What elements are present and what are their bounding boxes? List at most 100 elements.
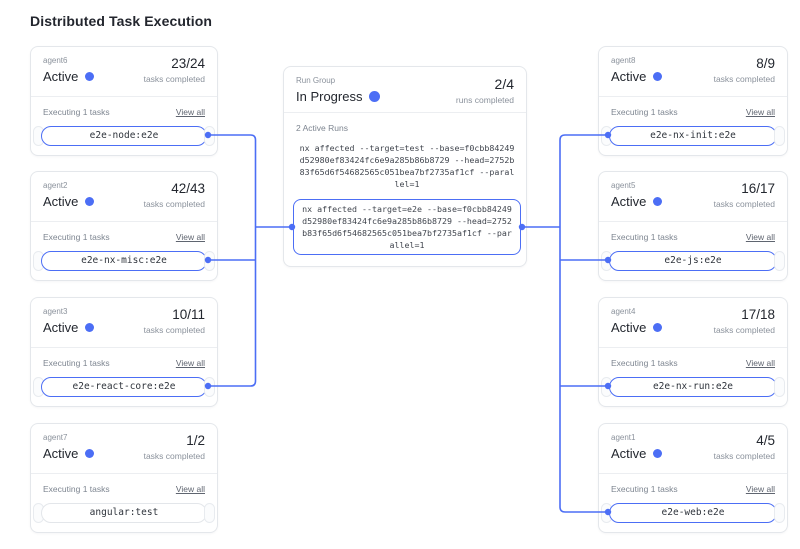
agent-name: agent1 (611, 433, 662, 442)
active-status-dot-icon (653, 323, 662, 332)
view-all-link[interactable]: View all (176, 484, 205, 494)
run-group-status: In Progress (296, 89, 362, 104)
view-all-link[interactable]: View all (176, 232, 205, 242)
distributed-task-execution-view: Distributed Task Execution agen (0, 0, 800, 549)
run-group-card: Run Group In Progress 2/4 runs completed… (283, 66, 527, 267)
agent-card-agent4: agent4 Active 17/18 tasks completed Exec… (598, 297, 788, 407)
task-pill[interactable]: e2e-react-core:e2e (41, 377, 207, 397)
active-status-dot-icon (653, 449, 662, 458)
task-pill-fragment (204, 251, 215, 271)
agent-card-header: agent5 Active 16/17 tasks completed (599, 172, 787, 222)
page-title: Distributed Task Execution (30, 13, 212, 29)
tasks-count: 23/24 (144, 56, 205, 71)
run-command-active[interactable]: nx affected --target=e2e --base=f0cbb842… (293, 199, 521, 255)
agent-card-agent1: agent1 Active 4/5 tasks completed Execut… (598, 423, 788, 533)
agent-name: agent3 (43, 307, 94, 316)
agent-card-agent6: agent6 Active 23/24 tasks completed Exec… (30, 46, 218, 156)
tasks-count-label: tasks completed (714, 199, 775, 209)
view-all-link[interactable]: View all (746, 358, 775, 368)
tasks-count: 8/9 (714, 56, 775, 71)
task-pill-fragment (204, 377, 215, 397)
agent-card-header: agent7 Active 1/2 tasks completed (31, 424, 217, 474)
agent-name: agent5 (611, 181, 662, 190)
task-pill-fragment (774, 377, 785, 397)
agent-status: Active (43, 69, 78, 84)
tasks-count-label: tasks completed (144, 199, 205, 209)
active-status-dot-icon (85, 72, 94, 81)
agent-status: Active (611, 194, 646, 209)
executing-label: Executing 1 tasks (43, 232, 110, 242)
task-pill-fragment (774, 251, 785, 271)
agent-card-header: agent4 Active 17/18 tasks completed (599, 298, 787, 348)
runs-count-label: runs completed (456, 95, 514, 105)
tasks-count-label: tasks completed (144, 325, 205, 335)
agent-card-agent8: agent8 Active 8/9 tasks completed Execut… (598, 46, 788, 156)
active-status-dot-icon (85, 323, 94, 332)
tasks-count: 16/17 (714, 181, 775, 196)
tasks-count-label: tasks completed (144, 451, 205, 461)
view-all-link[interactable]: View all (746, 484, 775, 494)
agent-name: agent6 (43, 56, 94, 65)
agent-status: Active (43, 194, 78, 209)
agent-card-header: agent1 Active 4/5 tasks completed (599, 424, 787, 474)
executing-label: Executing 1 tasks (43, 107, 110, 117)
tasks-count: 42/43 (144, 181, 205, 196)
agent-name: agent8 (611, 56, 662, 65)
task-pill-fragment (204, 126, 215, 146)
agent-card-header: agent3 Active 10/11 tasks completed (31, 298, 217, 348)
in-progress-status-dot-icon (369, 91, 380, 102)
active-status-dot-icon (653, 197, 662, 206)
agent-status: Active (43, 320, 78, 335)
agent-status: Active (611, 320, 646, 335)
tasks-count-label: tasks completed (144, 74, 205, 84)
task-pill[interactable]: e2e-node:e2e (41, 126, 207, 146)
agent-status: Active (43, 446, 78, 461)
agent-name: agent2 (43, 181, 94, 190)
task-pill[interactable]: e2e-web:e2e (609, 503, 777, 523)
agent-status: Active (611, 69, 646, 84)
active-status-dot-icon (85, 197, 94, 206)
executing-label: Executing 1 tasks (43, 358, 110, 368)
tasks-count-label: tasks completed (714, 451, 775, 461)
task-pill-fragment (204, 503, 215, 523)
agent-card-header: agent8 Active 8/9 tasks completed (599, 47, 787, 97)
task-pill-fragment (774, 503, 785, 523)
view-all-link[interactable]: View all (176, 358, 205, 368)
agent-card-header: agent2 Active 42/43 tasks completed (31, 172, 217, 222)
run-group-label: Run Group (296, 76, 380, 85)
tasks-count-label: tasks completed (714, 325, 775, 335)
view-all-link[interactable]: View all (746, 232, 775, 242)
agent-name: agent7 (43, 433, 94, 442)
tasks-count-label: tasks completed (714, 74, 775, 84)
view-all-link[interactable]: View all (176, 107, 205, 117)
task-pill[interactable]: e2e-nx-run:e2e (609, 377, 777, 397)
task-pill-fragment (774, 126, 785, 146)
task-pill[interactable]: e2e-nx-init:e2e (609, 126, 777, 146)
tasks-count: 17/18 (714, 307, 775, 322)
executing-label: Executing 1 tasks (611, 232, 678, 242)
runs-count: 2/4 (456, 76, 514, 92)
run-group-header: Run Group In Progress 2/4 runs completed (284, 67, 526, 113)
tasks-count: 4/5 (714, 433, 775, 448)
active-status-dot-icon (653, 72, 662, 81)
agent-card-agent3: agent3 Active 10/11 tasks completed Exec… (30, 297, 218, 407)
agent-name: agent4 (611, 307, 662, 316)
tasks-count: 1/2 (144, 433, 205, 448)
active-status-dot-icon (85, 449, 94, 458)
agent-card-agent2: agent2 Active 42/43 tasks completed Exec… (30, 171, 218, 281)
agent-card-agent7: agent7 Active 1/2 tasks completed Execut… (30, 423, 218, 533)
agent-card-header: agent6 Active 23/24 tasks completed (31, 47, 217, 97)
task-pill[interactable]: e2e-nx-misc:e2e (41, 251, 207, 271)
run-command[interactable]: nx affected --target=test --base=f0cbb84… (293, 140, 521, 192)
view-all-link[interactable]: View all (746, 107, 775, 117)
executing-label: Executing 1 tasks (611, 484, 678, 494)
executing-label: Executing 1 tasks (43, 484, 110, 494)
tasks-count: 10/11 (144, 307, 205, 322)
task-pill[interactable]: angular:test (41, 503, 207, 523)
executing-label: Executing 1 tasks (611, 107, 678, 117)
task-pill[interactable]: e2e-js:e2e (609, 251, 777, 271)
active-runs-label: 2 Active Runs (296, 123, 521, 134)
agent-card-agent5: agent5 Active 16/17 tasks completed Exec… (598, 171, 788, 281)
executing-label: Executing 1 tasks (611, 358, 678, 368)
agent-status: Active (611, 446, 646, 461)
